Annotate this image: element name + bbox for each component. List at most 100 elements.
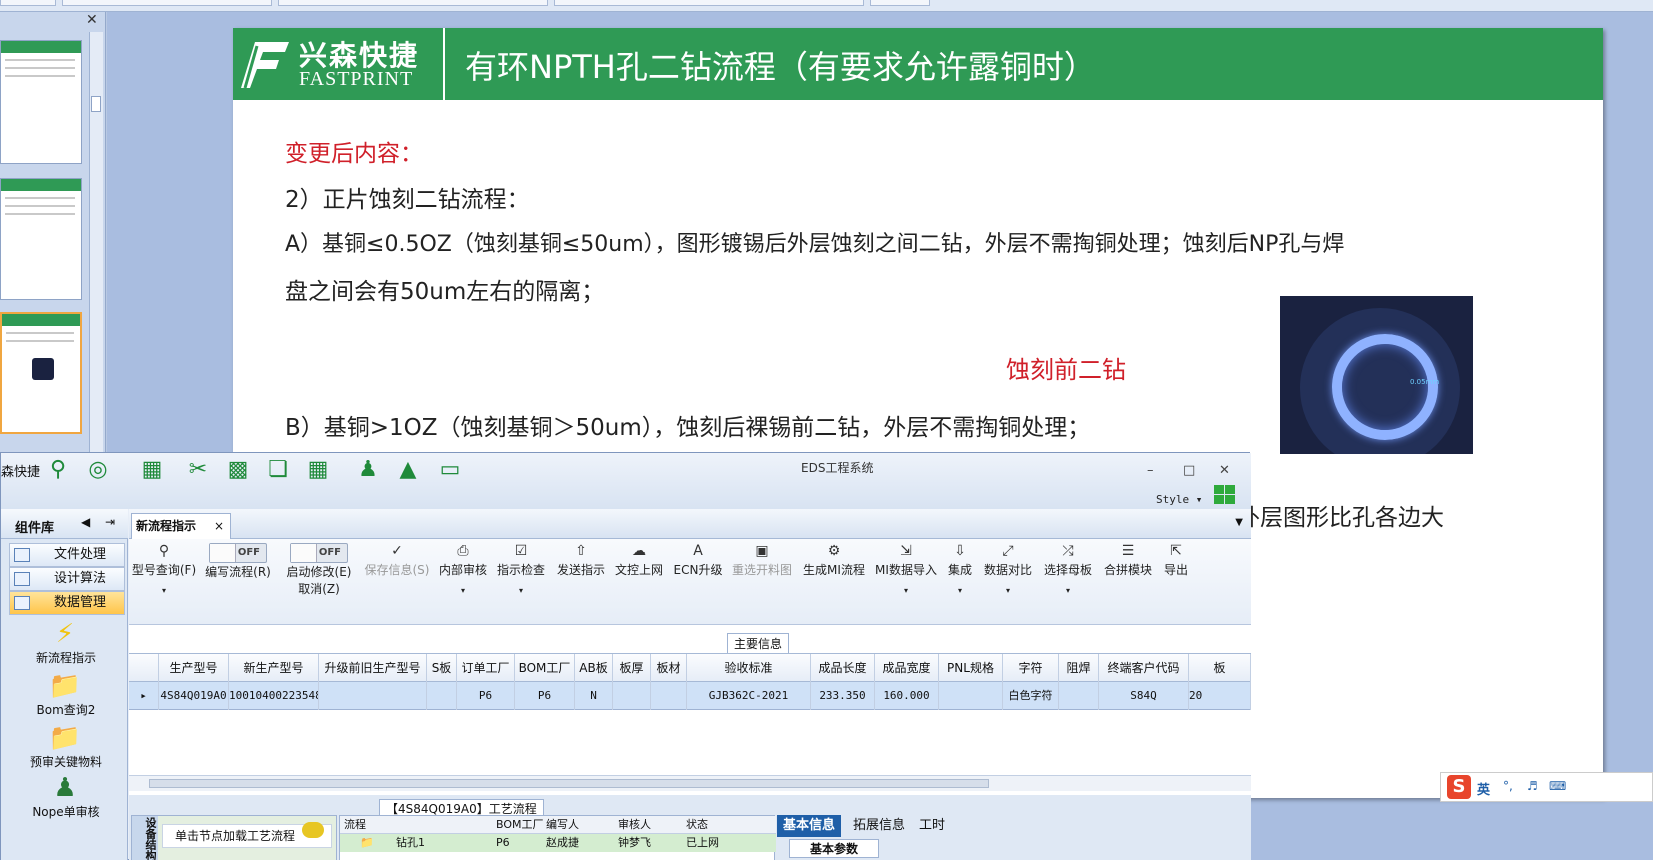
user-icon[interactable]: ♟ (355, 457, 381, 483)
grid-cell[interactable] (1059, 682, 1099, 710)
nav-item-data-management[interactable]: 数据管理 (9, 591, 125, 615)
grid-cell[interactable] (613, 682, 651, 710)
column-header[interactable]: 订单工厂 (457, 654, 515, 682)
grid-cell[interactable] (427, 682, 457, 710)
minimize-icon[interactable]: – (1147, 463, 1154, 478)
search-icon[interactable]: ⚲ (45, 457, 71, 483)
tab-extended-info[interactable]: 拓展信息 (847, 815, 911, 837)
ecn-upgrade-button[interactable]: A ECN升级 (671, 543, 725, 578)
grid-cell[interactable] (651, 682, 687, 710)
generate-mi-flow-button[interactable]: ⚙ 生成MI流程 (801, 543, 867, 578)
bom-query-launcher[interactable]: 📁 Bom查询2 (35, 671, 96, 718)
write-flow-toggle[interactable]: OFF 编写流程(R) (203, 543, 273, 580)
internal-review-button[interactable]: ⎙ 内部审核 ▾ (437, 543, 489, 595)
start-modify-toggle[interactable]: OFF 启动修改(E) 取消(Z) (281, 543, 357, 597)
grid-cell[interactable]: N (575, 682, 613, 710)
column-header[interactable]: 成品宽度 (875, 654, 939, 682)
grid-cell[interactable]: 白色字符 (1003, 682, 1059, 710)
nope-review-launcher[interactable]: ♟ Nope单审核 (32, 773, 99, 820)
thumbnail-scrollbar[interactable] (89, 32, 103, 452)
film-icon[interactable]: ▩ (225, 457, 251, 483)
ppt-tab-stub[interactable] (62, 0, 272, 6)
ime-language[interactable]: 英 (1477, 779, 1490, 798)
copy-icon[interactable]: ❏ (265, 457, 291, 483)
column-header[interactable]: 验收标准 (687, 654, 811, 682)
sogou-icon[interactable]: S (1447, 775, 1471, 799)
indicator-check-button[interactable]: ☑ 指示检查 ▾ (495, 543, 547, 595)
microphone-icon[interactable]: ♬ (1527, 779, 1538, 793)
grid-cell[interactable]: P6 (515, 682, 575, 710)
close-icon[interactable]: × (214, 514, 224, 538)
grid-cell[interactable]: 4S84Q019A0 (159, 682, 229, 710)
table-icon[interactable]: ▦ (139, 457, 165, 483)
column-header[interactable]: 板材 (651, 654, 687, 682)
tab-new-flow[interactable]: 新流程指示 × (131, 513, 231, 539)
export-button[interactable]: ⇱ 导出 (1161, 543, 1191, 578)
merge-module-button[interactable]: ☰ 合拼模块 (1101, 543, 1155, 578)
tab-basic-info[interactable]: 基本信息 (777, 815, 842, 837)
flow-row[interactable]: 📁 钻孔1 P6 赵成捷 钟梦飞 已上网 (340, 834, 776, 852)
grid-cell[interactable]: 233.350 (811, 682, 875, 710)
chart-icon[interactable]: ▲ (395, 457, 421, 483)
close-icon[interactable]: ✕ (86, 12, 98, 28)
grid-cell[interactable]: 20 (1189, 682, 1251, 710)
horizontal-scrollbar[interactable] (129, 775, 1251, 791)
nav-item-design-algorithm[interactable]: 设计算法 (9, 567, 125, 591)
column-header[interactable]: 新生产型号 (229, 654, 319, 682)
ppt-tab-stub[interactable] (870, 0, 930, 6)
side-tab-label[interactable]: 设备结构 (132, 816, 158, 860)
grid-cell[interactable]: GJB362C-2021 (687, 682, 811, 710)
model-query-button[interactable]: ⚲ 型号查询(F) ▾ (131, 543, 197, 595)
data-compare-button[interactable]: ⤢ 数据对比 ▾ (981, 543, 1035, 595)
reselect-cutting-map-button[interactable]: ▣ 重选开料图 (729, 543, 795, 578)
slide-thumbnail[interactable] (0, 178, 82, 300)
send-indicator-button[interactable]: ⇧ 发送指示 (555, 543, 607, 578)
keyboard-icon[interactable]: ⌨ (1549, 779, 1566, 793)
toggle-switch[interactable]: OFF (290, 543, 348, 563)
grid-cell[interactable]: S84Q (1099, 682, 1189, 710)
column-header[interactable]: 升级前旧生产型号 (319, 654, 427, 682)
ppt-tab-stub[interactable] (278, 0, 548, 6)
grid-cell[interactable] (319, 682, 427, 710)
table-row[interactable]: ▸ 4S84Q019A0 10010400223548 P6 P6 N GJB3… (129, 682, 1251, 710)
ppt-tab-stub[interactable] (554, 0, 864, 6)
column-header[interactable]: AB板 (575, 654, 613, 682)
collapse-icon[interactable]: ◀ (81, 515, 90, 529)
grid-cell[interactable] (939, 682, 1003, 710)
column-header[interactable]: 阻焊 (1059, 654, 1099, 682)
key-material-launcher[interactable]: 📁 预审关键物料 (30, 723, 102, 770)
nav-item-file-processing[interactable]: 文件处理 (9, 543, 125, 567)
column-header[interactable]: BOM工厂 (515, 654, 575, 682)
grid-cell[interactable]: 160.000 (875, 682, 939, 710)
grid-cell[interactable]: P6 (457, 682, 515, 710)
column-header[interactable]: 板厚 (613, 654, 651, 682)
slide-thumbnail[interactable] (0, 40, 82, 164)
save-info-button[interactable]: ✓ 保存信息(S) (363, 543, 431, 578)
grid-icon[interactable]: ▦ (305, 457, 331, 483)
column-header[interactable]: 板 (1189, 654, 1251, 682)
scissors-icon[interactable]: ✂ (185, 457, 211, 483)
slide-thumbnail-selected[interactable] (0, 312, 82, 434)
grid-cell[interactable]: 10010400223548 (229, 682, 319, 710)
column-header[interactable]: 终端客户代码 (1099, 654, 1189, 682)
integrate-button[interactable]: ⇩ 集成 ▾ (943, 543, 977, 595)
new-flow-indicator-launcher[interactable]: ⚡ 新流程指示 (35, 619, 96, 666)
toggle-switch[interactable]: OFF (209, 543, 267, 563)
publish-online-button[interactable]: ☁ 文控上网 (613, 543, 665, 578)
column-header[interactable]: 成品长度 (811, 654, 875, 682)
punctuation-icon[interactable]: °, (1503, 779, 1513, 793)
pin-icon[interactable]: ⇥ (105, 515, 115, 529)
column-header[interactable]: PNL规格 (939, 654, 1003, 682)
tab-work-hours[interactable]: 工时 (913, 815, 951, 837)
mi-data-import-button[interactable]: ⇲ MI数据导入 ▾ (873, 543, 939, 595)
column-header[interactable]: S板 (427, 654, 457, 682)
lifebuoy-icon[interactable]: ◎ (85, 457, 111, 483)
style-dropdown[interactable]: Style ▾ (1156, 493, 1202, 506)
maximize-icon[interactable]: □ (1183, 463, 1195, 478)
column-header[interactable]: 字符 (1003, 654, 1059, 682)
monitor-icon[interactable]: ▭ (437, 457, 463, 483)
ppt-tab-stub[interactable] (0, 0, 56, 6)
close-icon[interactable]: ✕ (1219, 463, 1230, 478)
tab-menu-icon[interactable]: ▼ (1235, 517, 1243, 528)
column-header[interactable]: 生产型号 (159, 654, 229, 682)
